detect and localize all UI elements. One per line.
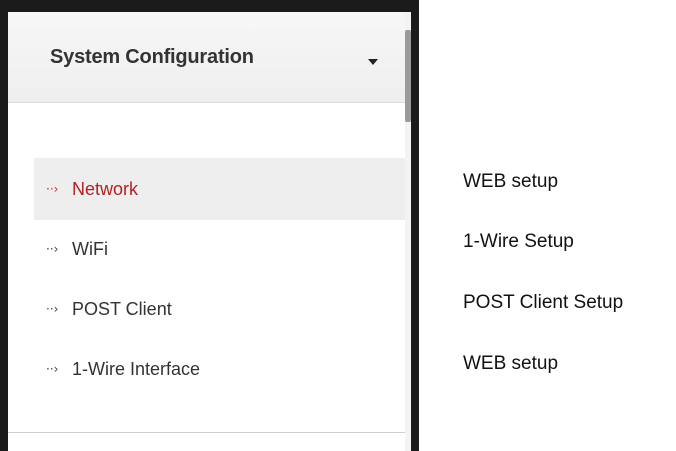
menu-item-wifi[interactable]: ··› WiFi: [34, 218, 411, 280]
dotted-arrow-icon: ··›: [46, 242, 59, 256]
caret-down-icon[interactable]: [368, 59, 378, 65]
dotted-arrow-icon: ··›: [46, 302, 59, 316]
dotted-arrow-icon: ··›: [46, 182, 59, 196]
system-configuration-panel: System Configuration ··› Network ··› WiF…: [8, 12, 411, 451]
panel-title: System Configuration: [50, 45, 254, 68]
panel-header[interactable]: System Configuration: [8, 12, 411, 103]
menu-item-label: POST Client: [72, 298, 172, 319]
annotation-post-client: POST Client Setup: [463, 292, 624, 313]
menu-item-post-client[interactable]: ··› POST Client: [34, 278, 411, 340]
annotation-1-wire-interface: WEB setup: [463, 353, 559, 374]
menu-item-label: Network: [72, 178, 139, 199]
menu-item-label: WiFi: [72, 238, 108, 259]
annotation-network: WEB setup: [463, 171, 559, 192]
scrollbar-thumb[interactable]: [405, 30, 411, 122]
dotted-arrow-icon: ··›: [46, 362, 59, 376]
menu-item-1-wire-interface[interactable]: ··› 1-Wire Interface: [34, 338, 411, 400]
annotation-wifi: 1-Wire Setup: [463, 231, 574, 252]
menu-item-network[interactable]: ··› Network: [34, 158, 411, 220]
screenshot-canvas: System Configuration ··› Network ··› WiF…: [0, 0, 676, 451]
panel-divider: [8, 432, 411, 433]
menu-item-label: 1-Wire Interface: [72, 358, 201, 379]
scrollbar-track[interactable]: [405, 12, 411, 451]
